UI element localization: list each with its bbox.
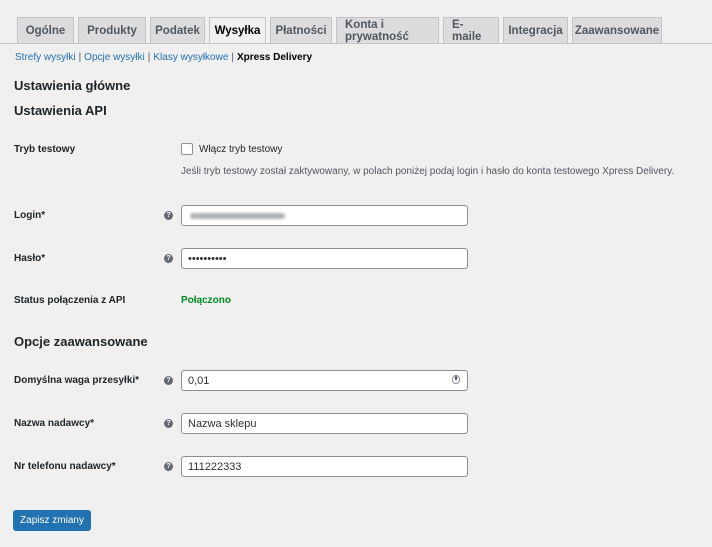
heading-advanced-options: Opcje zaawansowane [14,334,148,349]
subnav-separator: | [231,52,234,63]
help-icon[interactable]: ? [164,211,173,220]
help-icon[interactable]: ? [164,254,173,263]
tab-emails[interactable]: E-maile [443,17,499,43]
sender-name-input[interactable] [181,413,468,434]
tab-integration[interactable]: Integracja [503,17,568,43]
subnav-shipping-options[interactable]: Opcje wysyłki [84,52,145,63]
test-mode-label: Tryb testowy [14,144,76,155]
login-input[interactable] [181,205,468,226]
subnav-xpress-delivery: Xpress Delivery [237,52,313,63]
subnav-separator: | [78,52,82,63]
help-icon[interactable]: ? [164,376,173,385]
password-input[interactable] [181,248,468,269]
api-status-value: Połączono [181,295,232,306]
login-label: Login* [14,210,46,221]
shipping-subnav: Strefy wysyłki | Opcje wysyłki | Klasy wysył… [15,52,312,63]
sender-phone-input[interactable] [181,456,468,477]
default-weight-label: Domyślna waga przesyłki* [14,375,140,386]
tab-shipping[interactable]: Wysyłka [209,17,266,43]
test-mode-checkbox[interactable] [181,143,193,155]
settings-tabs: Ogólne Produkty Podatek Wysyłka Płatnośc… [17,17,662,43]
blurred-login-value [190,213,285,219]
sender-name-label: Nazwa nadawcy* [14,418,95,429]
api-status-label: Status połączenia z API [14,295,126,306]
default-weight-input[interactable] [181,370,468,391]
tab-products[interactable]: Produkty [78,17,146,43]
number-spinner-icon[interactable]: ▴ ▾ [452,374,460,384]
tab-advanced[interactable]: Zaawansowane [572,17,662,43]
subnav-separator: | [147,52,151,63]
subnav-shipping-classes[interactable]: Klasy wysyłkowe [153,52,228,63]
save-changes-button[interactable]: Zapisz zmiany [13,510,91,531]
subnav-shipping-zones[interactable]: Strefy wysyłki [15,52,76,63]
help-icon[interactable]: ? [164,462,173,471]
tab-general[interactable]: Ogólne [17,17,74,43]
heading-main-settings: Ustawienia główne [14,78,131,93]
test-mode-checkbox-label[interactable]: Włącz tryb testowy [199,144,282,155]
tab-payments[interactable]: Płatności [270,17,332,43]
tab-accounts-privacy[interactable]: Konta i prywatność [336,17,439,43]
tab-tax[interactable]: Podatek [150,17,205,43]
tabs-divider [0,43,712,44]
sender-phone-label: Nr telefonu nadawcy* [14,461,116,472]
password-label: Hasło* [14,253,46,264]
test-mode-description: Jeśli tryb testowy został zaktywowany, w… [181,166,675,177]
help-icon[interactable]: ? [164,419,173,428]
heading-api-settings: Ustawienia API [14,103,107,118]
